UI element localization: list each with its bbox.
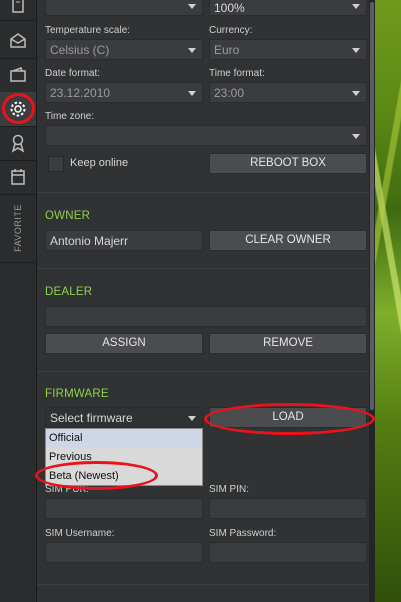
sim-puk-field[interactable] [45, 498, 203, 519]
divider [37, 584, 369, 585]
remove-button[interactable]: REMOVE [209, 333, 367, 354]
divider [37, 268, 369, 269]
keep-online-label: Keep online [70, 157, 129, 169]
chevron-down-icon [188, 416, 196, 421]
icon-rail: FAVORITE [0, 0, 37, 602]
assign-button[interactable]: ASSIGN [45, 333, 203, 354]
sim-username-label: SIM Username: [45, 528, 115, 539]
dealer-field[interactable] [45, 306, 367, 327]
date-format-select[interactable]: 23.12.2010 [45, 82, 203, 103]
firmware-select-value: Select firmware [50, 411, 133, 425]
firmware-heading: FIRMWARE [45, 388, 109, 400]
owner-name-value: Antonio Majerr [50, 234, 129, 248]
sim-pin-field[interactable] [209, 498, 367, 519]
calendar-icon[interactable] [0, 160, 36, 195]
keep-online-checkbox[interactable] [48, 156, 64, 172]
time-format-label: Time format: [209, 68, 265, 79]
chevron-down-icon [188, 4, 196, 9]
time-zone-select[interactable] [45, 125, 367, 146]
highlight-ring-settings [2, 93, 35, 124]
date-format-value: 23.12.2010 [50, 86, 111, 100]
temperature-scale-select[interactable]: Celsius (C) [45, 39, 203, 60]
chevron-down-icon [352, 134, 360, 139]
scrollbar-thumb[interactable] [370, 2, 374, 410]
chevron-down-icon [352, 4, 360, 9]
currency-value: Euro [214, 43, 240, 57]
favorite-tab[interactable]: FAVORITE [0, 194, 36, 263]
sim-username-field[interactable] [45, 542, 203, 563]
clear-owner-button[interactable]: CLEAR OWNER [209, 230, 367, 251]
chevron-down-icon [352, 48, 360, 53]
time-format-value: 23:00 [214, 86, 245, 100]
scale-select[interactable]: 100% [209, 0, 367, 16]
contacts-icon[interactable] [0, 0, 36, 21]
firmware-option-official[interactable]: Official [46, 429, 202, 448]
divider [37, 371, 369, 372]
owner-heading: OWNER [45, 210, 91, 222]
highlight-ring-load [204, 403, 375, 435]
chevron-down-icon [188, 48, 196, 53]
grass-background-image [375, 0, 401, 602]
sim-password-field[interactable] [209, 542, 367, 563]
currency-label: Currency: [209, 25, 253, 36]
currency-select[interactable]: Euro [209, 39, 367, 60]
owner-name-field[interactable]: Antonio Majerr [45, 230, 203, 251]
award-icon[interactable] [0, 126, 36, 161]
chevron-down-icon [188, 91, 196, 96]
top-left-select[interactable] [45, 0, 203, 16]
highlight-ring-beta [35, 461, 158, 490]
sim-password-label: SIM Password: [209, 528, 277, 539]
firmware-select[interactable]: Select firmware [45, 407, 203, 428]
wallet-icon[interactable] [0, 58, 36, 93]
dealer-heading: DEALER [45, 286, 93, 298]
scale-value: 100% [214, 1, 245, 15]
favorite-label: FAVORITE [13, 204, 23, 252]
chevron-down-icon [352, 91, 360, 96]
date-format-label: Date format: [45, 68, 101, 79]
sim-pin-label: SIM PIN: [209, 484, 250, 495]
reboot-box-button[interactable]: REBOOT BOX [209, 153, 367, 174]
mail-icon[interactable] [0, 24, 36, 59]
time-format-select[interactable]: 23:00 [209, 82, 367, 103]
time-zone-label: Time zone: [45, 111, 95, 122]
temperature-scale-label: Temperature scale: [45, 25, 131, 36]
divider [37, 192, 369, 193]
temperature-scale-value: Celsius (C) [50, 43, 110, 57]
